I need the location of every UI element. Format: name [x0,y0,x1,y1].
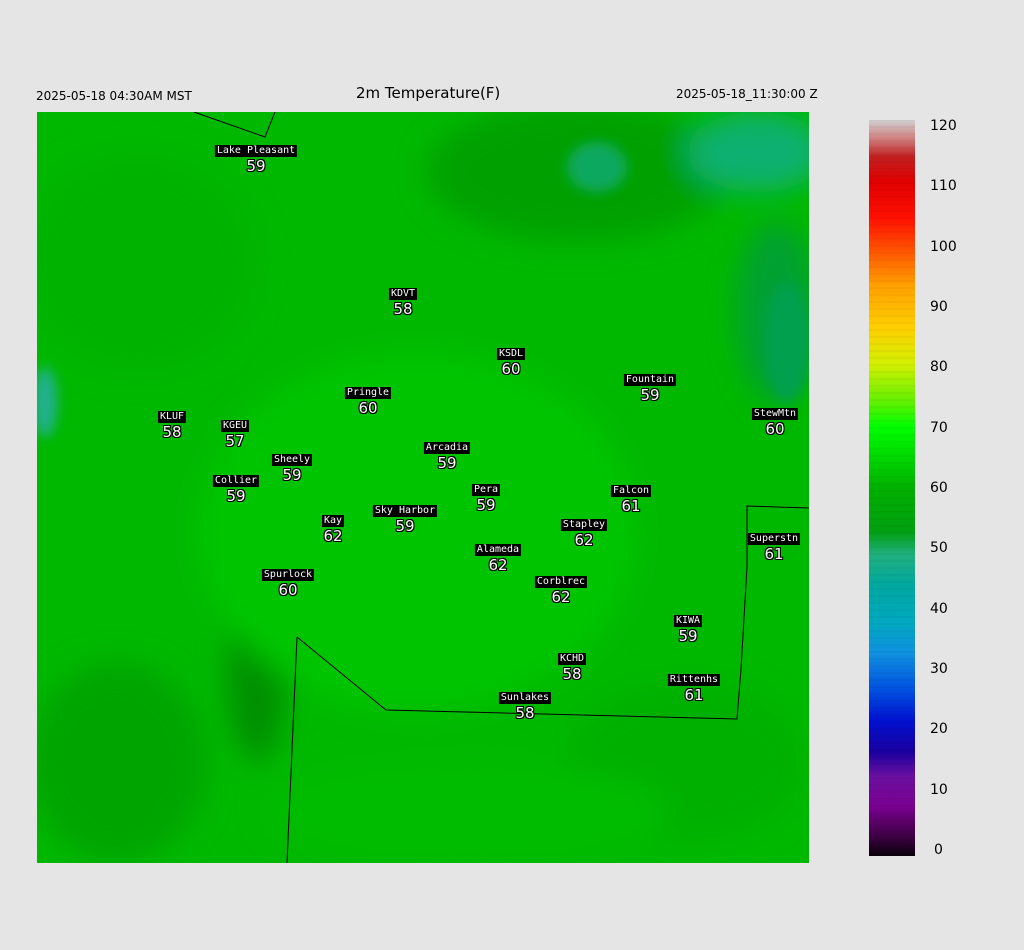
colorbar-tick-label: 80 [930,359,948,376]
station-name: KSDL [496,348,526,360]
station-name: Pera [471,484,501,496]
station-sunlakes: Sunlakes 58 [498,687,552,722]
colorbar-tick-label: 20 [930,721,948,738]
station-kchd: KCHD 58 [557,648,587,683]
station-temperature: 59 [476,496,496,514]
station-temperature: 61 [684,686,704,704]
station-name: Collier [212,475,260,487]
station-name: Superstn [747,533,801,545]
station-temperature: 58 [393,300,413,318]
station-pringle: Pringle 60 [344,382,392,417]
station-name: Alameda [474,544,522,556]
station-spurlock: Spurlock 60 [261,564,315,599]
station-temperature: 60 [765,420,785,438]
station-corblrec: Corblrec 62 [534,571,588,606]
station-falcon: Falcon 61 [610,480,652,515]
colorbar-fill [869,120,915,856]
station-arcadia: Arcadia 59 [423,437,471,472]
local-time-label: 2025-05-18 04:30AM MST [36,89,192,103]
station-temperature: 62 [323,527,343,545]
temperature-field [37,112,809,863]
station-name: Sunlakes [498,692,552,704]
station-pera: Pera 59 [471,479,501,514]
station-name: Sheely [271,454,313,466]
station-temperature: 59 [437,454,457,472]
station-alameda: Alameda 62 [474,539,522,574]
station-superstn: Superstn 61 [747,528,801,563]
map-title: 2m Temperature(F) [356,84,501,102]
station-temperature: 58 [562,665,582,683]
station-name: Fountain [623,374,677,386]
colorbar [869,119,915,856]
station-name: Falcon [610,485,652,497]
colorbar-tick-label: 40 [930,600,948,617]
colorbar-gradient [869,119,915,856]
station-kgeu: KGEU 57 [220,415,250,450]
station-name: Rittenhs [667,674,721,686]
colorbar-tick-label: 30 [930,661,948,677]
station-name: KCHD [557,653,587,665]
colorbar-tick-label: 10 [930,781,948,798]
station-name: Sky Harbor [372,505,438,517]
station-temperature: 59 [640,386,660,404]
station-name: KGEU [220,420,250,432]
colorbar-ticks: 120 110 100 90 80 70 60 50 40 30 20 10 0 [930,0,990,950]
station-kluf: KLUF 58 [157,406,187,441]
station-temperature: 60 [358,399,378,417]
station-temperature: 60 [501,360,521,378]
station-kiwa: KIWA 59 [673,610,703,645]
station-temperature: 58 [515,704,535,722]
station-temperature: 59 [395,517,415,535]
station-temperature: 62 [574,531,594,549]
colorbar-tick-label: 120 [930,118,957,134]
colorbar-tick-label: 110 [930,178,957,195]
station-temperature: 57 [225,432,245,450]
station-lake-pleasant: Lake Pleasant 59 [214,140,298,175]
station-stapley: Stapley 62 [560,514,608,549]
station-name: KDVT [388,288,418,300]
station-sheely: Sheely 59 [271,449,313,484]
station-ksdl: KSDL 60 [496,343,526,378]
station-collier: Collier 59 [212,470,260,505]
station-temperature: 58 [162,423,182,441]
station-temperature: 60 [278,581,298,599]
temperature-map [37,112,809,863]
colorbar-tick-label: 100 [930,238,957,255]
utc-time-label: 2025-05-18_11:30:00 Z [676,87,818,101]
station-name: Spurlock [261,569,315,581]
station-name: KLUF [157,411,187,423]
station-name: Lake Pleasant [214,145,298,157]
station-stewmtn: StewMtn 60 [751,403,799,438]
colorbar-tick-label: 60 [930,480,948,496]
station-name: StewMtn [751,408,799,420]
colorbar-tick-label: 0 [934,842,943,858]
colorbar-tick-label: 70 [930,419,948,436]
colorbar-tick-label: 50 [930,540,948,557]
station-temperature: 59 [246,157,266,175]
station-name: Stapley [560,519,608,531]
station-temperature: 59 [678,627,698,645]
station-temperature: 59 [226,487,246,505]
station-kdvt: KDVT 58 [388,283,418,318]
station-temperature: 62 [488,556,508,574]
station-temperature: 62 [551,588,571,606]
station-name: KIWA [673,615,703,627]
station-sky-harbor: Sky Harbor 59 [372,500,438,535]
station-temperature: 61 [764,545,784,563]
station-name: Pringle [344,387,392,399]
station-name: Corblrec [534,576,588,588]
station-temperature: 59 [282,466,302,484]
station-name: Arcadia [423,442,471,454]
station-kay: Kay 62 [321,510,345,545]
station-fountain: Fountain 59 [623,369,677,404]
station-name: Kay [321,515,345,527]
station-temperature: 61 [621,497,641,515]
colorbar-tick-label: 90 [930,299,948,315]
station-rittenhs: Rittenhs 61 [667,669,721,704]
